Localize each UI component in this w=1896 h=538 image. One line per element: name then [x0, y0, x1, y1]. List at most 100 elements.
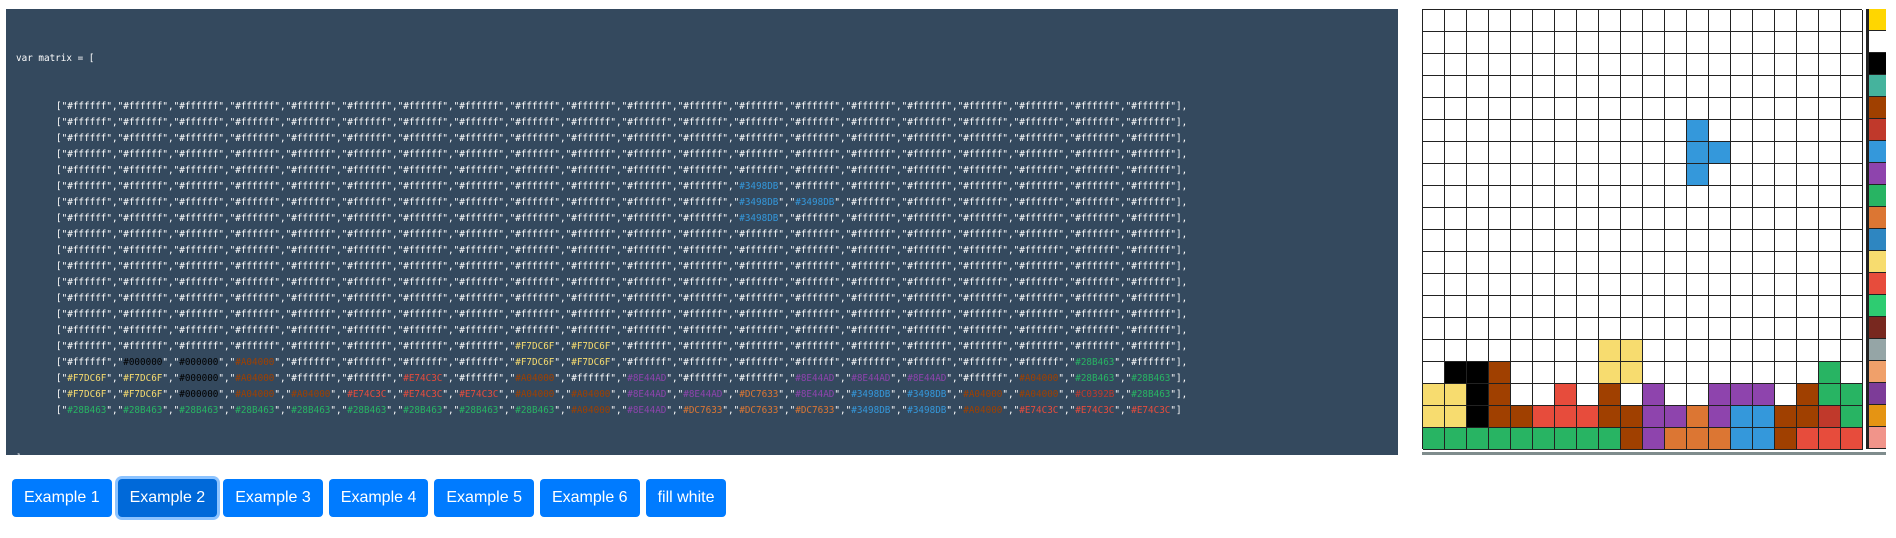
- grid-cell[interactable]: [1445, 428, 1467, 450]
- grid-cell[interactable]: [1819, 230, 1841, 252]
- grid-cell[interactable]: [1841, 186, 1863, 208]
- grid-cell[interactable]: [1753, 186, 1775, 208]
- grid-cell[interactable]: [1665, 186, 1687, 208]
- grid-cell[interactable]: [1819, 318, 1841, 340]
- grid-cell[interactable]: [1445, 252, 1467, 274]
- grid-cell[interactable]: [1489, 340, 1511, 362]
- grid-cell[interactable]: [1665, 10, 1687, 32]
- grid-cell[interactable]: [1643, 318, 1665, 340]
- grid-cell[interactable]: [1489, 32, 1511, 54]
- grid-cell[interactable]: [1577, 428, 1599, 450]
- grid-cell[interactable]: [1533, 362, 1555, 384]
- grid-cell[interactable]: [1489, 142, 1511, 164]
- grid-cell[interactable]: [1555, 252, 1577, 274]
- grid-cell[interactable]: [1423, 318, 1445, 340]
- example-4-button[interactable]: Example 4: [328, 479, 429, 517]
- grid-cell[interactable]: [1731, 296, 1753, 318]
- grid-cell[interactable]: [1467, 274, 1489, 296]
- palette-swatch[interactable]: [1869, 163, 1886, 185]
- grid-cell[interactable]: [1841, 76, 1863, 98]
- grid-cell[interactable]: [1797, 252, 1819, 274]
- grid-cell[interactable]: [1797, 384, 1819, 406]
- grid-cell[interactable]: [1423, 274, 1445, 296]
- grid-cell[interactable]: [1467, 340, 1489, 362]
- grid-cell[interactable]: [1621, 384, 1643, 406]
- grid-cell[interactable]: [1577, 230, 1599, 252]
- grid-cell[interactable]: [1775, 406, 1797, 428]
- grid-cell[interactable]: [1555, 340, 1577, 362]
- grid-cell[interactable]: [1643, 384, 1665, 406]
- grid-cell[interactable]: [1665, 252, 1687, 274]
- grid-cell[interactable]: [1775, 318, 1797, 340]
- grid-cell[interactable]: [1797, 428, 1819, 450]
- grid-cell[interactable]: [1445, 186, 1467, 208]
- grid-cell[interactable]: [1511, 186, 1533, 208]
- grid-cell[interactable]: [1687, 98, 1709, 120]
- grid-cell[interactable]: [1687, 296, 1709, 318]
- grid-cell[interactable]: [1489, 98, 1511, 120]
- grid-cell[interactable]: [1841, 142, 1863, 164]
- grid-cell[interactable]: [1489, 384, 1511, 406]
- grid-cell[interactable]: [1797, 120, 1819, 142]
- grid-cell[interactable]: [1467, 186, 1489, 208]
- grid-cell[interactable]: [1489, 164, 1511, 186]
- grid-cell[interactable]: [1423, 32, 1445, 54]
- grid-cell[interactable]: [1423, 406, 1445, 428]
- grid-cell[interactable]: [1577, 252, 1599, 274]
- grid-cell[interactable]: [1533, 252, 1555, 274]
- grid-cell[interactable]: [1533, 120, 1555, 142]
- palette-swatch[interactable]: [1869, 119, 1886, 141]
- grid-cell[interactable]: [1511, 76, 1533, 98]
- grid-cell[interactable]: [1621, 406, 1643, 428]
- palette-swatch[interactable]: [1869, 9, 1886, 31]
- grid-cell[interactable]: [1665, 120, 1687, 142]
- grid-cell[interactable]: [1819, 428, 1841, 450]
- palette-swatch[interactable]: [1869, 339, 1886, 361]
- grid-cell[interactable]: [1621, 76, 1643, 98]
- grid-cell[interactable]: [1687, 186, 1709, 208]
- grid-cell[interactable]: [1533, 76, 1555, 98]
- grid-cell[interactable]: [1753, 76, 1775, 98]
- grid-cell[interactable]: [1643, 208, 1665, 230]
- grid-cell[interactable]: [1775, 296, 1797, 318]
- grid-cell[interactable]: [1687, 428, 1709, 450]
- grid-cell[interactable]: [1819, 340, 1841, 362]
- grid-cell[interactable]: [1643, 142, 1665, 164]
- grid-cell[interactable]: [1709, 76, 1731, 98]
- grid-cell[interactable]: [1423, 230, 1445, 252]
- grid-cell[interactable]: [1621, 186, 1643, 208]
- grid-cell[interactable]: [1819, 384, 1841, 406]
- grid-cell[interactable]: [1423, 142, 1445, 164]
- grid-cell[interactable]: [1775, 142, 1797, 164]
- grid-cell[interactable]: [1687, 120, 1709, 142]
- grid-cell[interactable]: [1621, 252, 1643, 274]
- grid-cell[interactable]: [1533, 186, 1555, 208]
- grid-cell[interactable]: [1467, 32, 1489, 54]
- grid-cell[interactable]: [1841, 32, 1863, 54]
- grid-cell[interactable]: [1643, 76, 1665, 98]
- grid-cell[interactable]: [1709, 164, 1731, 186]
- grid-cell[interactable]: [1511, 296, 1533, 318]
- grid-cell[interactable]: [1819, 252, 1841, 274]
- grid-cell[interactable]: [1467, 208, 1489, 230]
- grid-cell[interactable]: [1775, 76, 1797, 98]
- grid-cell[interactable]: [1687, 274, 1709, 296]
- grid-cell[interactable]: [1555, 164, 1577, 186]
- grid-cell[interactable]: [1687, 318, 1709, 340]
- grid-cell[interactable]: [1555, 32, 1577, 54]
- grid-cell[interactable]: [1841, 428, 1863, 450]
- grid-cell[interactable]: [1819, 164, 1841, 186]
- grid-cell[interactable]: [1467, 296, 1489, 318]
- grid-cell[interactable]: [1445, 208, 1467, 230]
- grid-cell[interactable]: [1709, 406, 1731, 428]
- grid-cell[interactable]: [1511, 230, 1533, 252]
- grid-cell[interactable]: [1577, 318, 1599, 340]
- grid-cell[interactable]: [1511, 252, 1533, 274]
- palette-swatch[interactable]: [1869, 31, 1886, 53]
- grid-cell[interactable]: [1577, 406, 1599, 428]
- grid-cell[interactable]: [1445, 32, 1467, 54]
- grid-cell[interactable]: [1599, 318, 1621, 340]
- grid-cell[interactable]: [1775, 54, 1797, 76]
- palette-swatch[interactable]: [1869, 53, 1886, 75]
- grid-cell[interactable]: [1665, 230, 1687, 252]
